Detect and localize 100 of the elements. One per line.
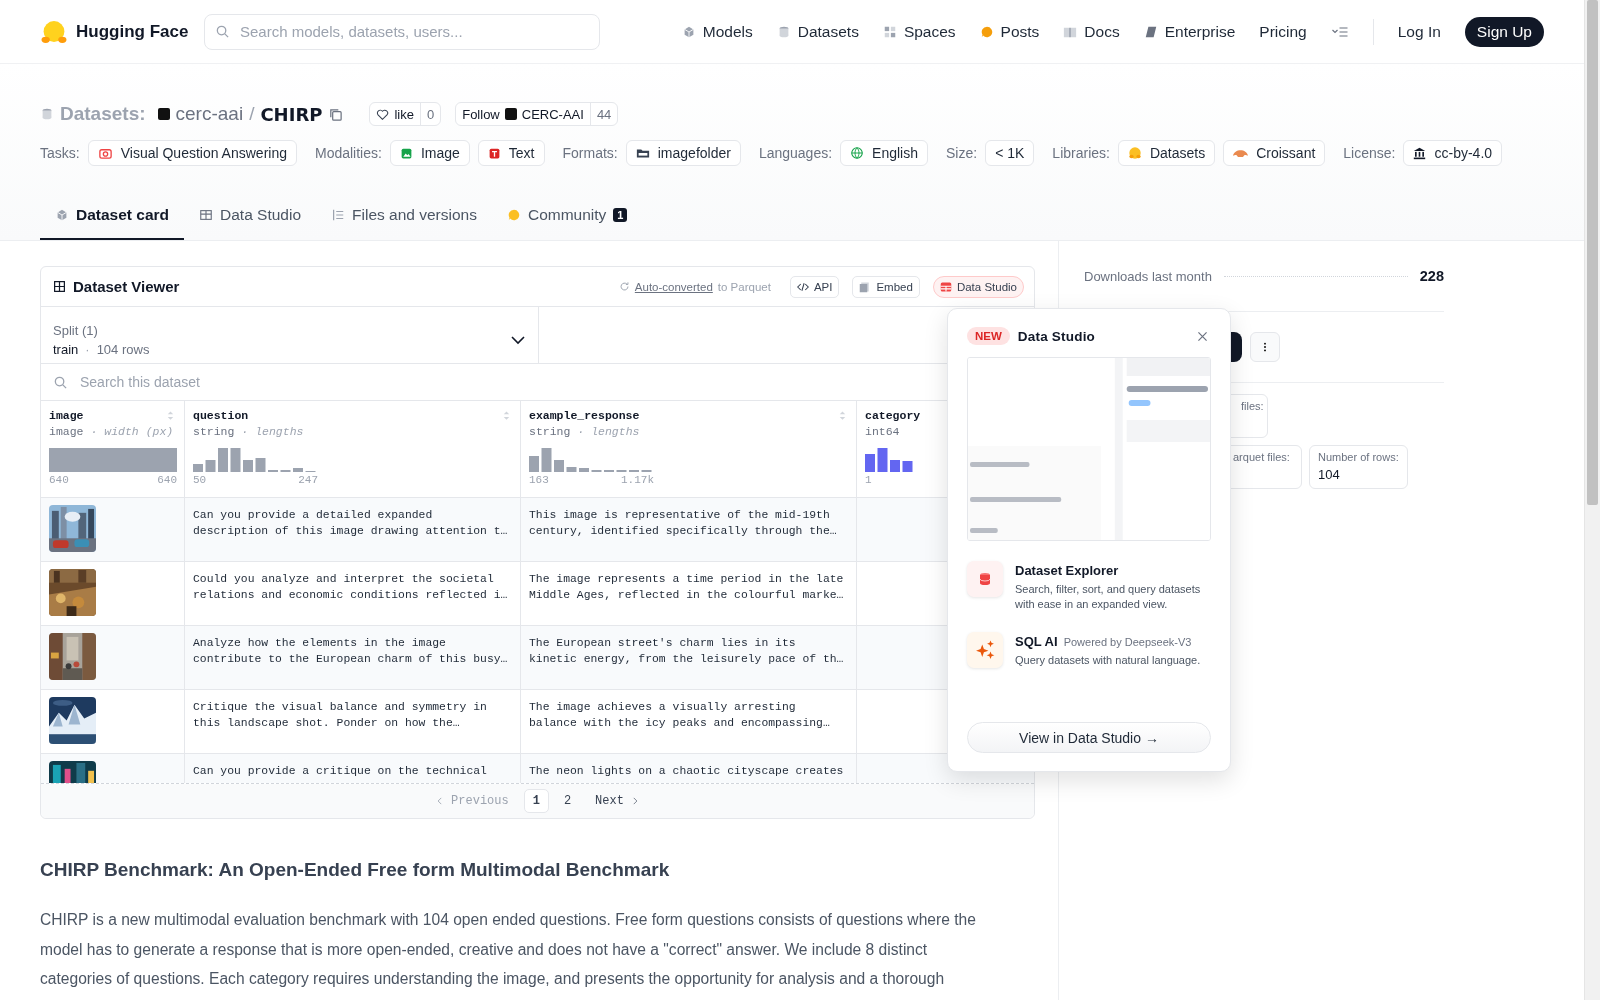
table-cell-text: Critique the visual balance and symmetry in this landscape shot. Ponder on how the… bbox=[193, 700, 487, 731]
search-box[interactable]: Search models, datasets, users... bbox=[204, 13, 600, 50]
scrollbar[interactable] bbox=[1584, 0, 1600, 1000]
column-type: int64 bbox=[865, 425, 900, 438]
table-cell-text: The neon lights on a chaotic cityscape creates bbox=[529, 764, 844, 779]
grid-icon bbox=[882, 24, 897, 39]
column-name[interactable]: category bbox=[865, 409, 921, 422]
table-cell-text: This image is representative of the mid-19th century, identified specifically through the… bbox=[529, 508, 837, 539]
page-button[interactable]: 2 bbox=[554, 789, 581, 813]
tab[interactable]: Data Studio bbox=[184, 192, 317, 240]
page-button[interactable]: 1 bbox=[523, 789, 549, 813]
tag-chip[interactable]: Text bbox=[477, 140, 545, 166]
tag-chip[interactable]: Croissant bbox=[1223, 140, 1326, 166]
feature-description: Query datasets with natural language. bbox=[1015, 653, 1201, 668]
tag-group-label: Size: bbox=[946, 145, 978, 161]
nav-link[interactable]: Models bbox=[681, 22, 753, 41]
range-min: 163 bbox=[529, 474, 549, 486]
more-button[interactable] bbox=[1250, 332, 1280, 362]
row-count: 104 rows bbox=[96, 342, 150, 357]
tag-group-label: Languages: bbox=[758, 145, 833, 161]
tag-chip[interactable]: Datasets bbox=[1117, 140, 1216, 166]
nav-link[interactable]: Datasets bbox=[776, 22, 859, 41]
chat-bubble-icon bbox=[979, 24, 994, 39]
nav-link[interactable]: Spaces bbox=[882, 22, 956, 41]
viewer-title: Dataset Viewer bbox=[73, 278, 180, 295]
tag-chip[interactable]: cc-by-4.0 bbox=[1403, 140, 1503, 166]
stat-value: 104 bbox=[1318, 467, 1341, 482]
repo-owner[interactable]: cerc-aai bbox=[175, 103, 244, 125]
table-icon bbox=[53, 280, 66, 293]
sparkles-icon bbox=[974, 639, 996, 661]
sort-icon bbox=[165, 409, 176, 422]
column-type: string · lengths bbox=[529, 425, 640, 438]
split-dropdown[interactable]: Split (1) train · 104 rows bbox=[41, 307, 539, 363]
search-field[interactable]: Search models, datasets, users... bbox=[238, 22, 589, 41]
feature-note: Powered by Deepseek-V3 bbox=[1063, 636, 1192, 648]
split-label: Split (1) bbox=[53, 323, 99, 338]
tab[interactable]: Files and versions bbox=[316, 192, 492, 240]
copy-icon bbox=[328, 106, 344, 122]
tab[interactable]: Community 1 bbox=[491, 192, 643, 240]
signup-button[interactable]: Sign Up bbox=[1464, 16, 1544, 47]
downloads-value: 228 bbox=[1419, 268, 1444, 284]
table-cell-text: Analyze how the elements in the image contribute to the European charm of this busy… bbox=[193, 636, 508, 667]
tag-chip[interactable]: imagefolder bbox=[625, 140, 741, 166]
column-name[interactable]: image bbox=[49, 409, 84, 422]
range-max: 640 bbox=[157, 474, 177, 486]
search-icon bbox=[53, 374, 68, 390]
table-cell-text: The image represents a time period in the late Middle Ages, reflected in the colourful marke… bbox=[529, 572, 844, 603]
repo-type: Datasets: bbox=[60, 103, 146, 125]
split-name: train bbox=[53, 342, 79, 357]
nav-link[interactable]: Enterprise bbox=[1143, 22, 1236, 41]
viewer-action-button[interactable]: API bbox=[789, 275, 840, 298]
column-name[interactable]: question bbox=[193, 409, 249, 422]
database-icon bbox=[40, 107, 54, 121]
brand-name[interactable]: Hugging Face bbox=[76, 21, 189, 42]
tag-chip[interactable]: Image bbox=[389, 140, 470, 166]
viewer-action-button[interactable]: Data Studio bbox=[932, 275, 1024, 298]
column-name[interactable]: example_response bbox=[529, 409, 640, 422]
bank-icon bbox=[1413, 146, 1427, 160]
repo-name[interactable]: CHIRP bbox=[260, 103, 323, 125]
sort-icon bbox=[837, 409, 848, 422]
tag-chip[interactable]: < 1K bbox=[985, 140, 1035, 166]
new-badge: NEW bbox=[967, 327, 1010, 345]
org-avatar-icon bbox=[157, 108, 170, 120]
like-button[interactable]: like 0 bbox=[369, 102, 442, 126]
table-cell-text: The European street's charm lies in its kinetic energy, from the leisurely pace of th… bbox=[529, 636, 844, 667]
downloads-label: Downloads last month bbox=[1084, 268, 1212, 284]
range-max: 1.17k bbox=[621, 474, 654, 486]
table-cell-text: Can you provide a detailed expanded description of this image drawing attention t… bbox=[193, 508, 508, 539]
card-heading: CHIRP Benchmark: An Open-Ended Free form Multimodal Benchmark bbox=[40, 859, 671, 881]
table-cell-text: The image achieves a visually arresting balance with the icy peaks and encompassing… bbox=[529, 700, 830, 731]
tag-chip[interactable]: English bbox=[840, 140, 928, 166]
viewer-action-button[interactable]: Embed bbox=[852, 275, 920, 298]
nav-link[interactable]: Docs bbox=[1063, 22, 1120, 41]
popup-title: Data Studio bbox=[1017, 328, 1096, 344]
view-in-studio-button[interactable]: View in Data Studio → bbox=[967, 722, 1211, 753]
croissant-icon bbox=[1233, 148, 1249, 158]
text-icon bbox=[487, 146, 501, 160]
next-button[interactable]: Next bbox=[586, 789, 649, 813]
column-type: image · width (px) bbox=[49, 425, 174, 438]
dataset-search-field[interactable]: Search this dataset bbox=[78, 373, 1022, 391]
refresh-icon bbox=[618, 281, 630, 292]
conversion-link[interactable]: Auto-converted bbox=[634, 280, 713, 293]
globe-icon bbox=[850, 146, 865, 160]
logo-icon bbox=[40, 18, 68, 45]
feature-description: Search, filter, sort, and query datasets with ease in an expanded view. bbox=[1015, 582, 1202, 612]
tag-group-label: Libraries: bbox=[1052, 145, 1110, 161]
follow-button[interactable]: Follow CERC-AAI 44 bbox=[455, 102, 619, 126]
dot-separator: · bbox=[85, 342, 90, 357]
close-icon bbox=[1196, 329, 1209, 343]
tag-group-label: Tasks: bbox=[40, 145, 80, 161]
table-cell-text: Can you provide a critique on the technical bbox=[193, 764, 487, 779]
logo-icon bbox=[1127, 146, 1142, 160]
nav-link[interactable]: Posts bbox=[979, 22, 1040, 41]
tag-chip[interactable]: Visual Question Answering bbox=[87, 140, 297, 166]
range-min: 1 bbox=[865, 474, 872, 486]
nav-link[interactable]: Pricing bbox=[1259, 22, 1307, 41]
range-max: 247 bbox=[298, 474, 318, 486]
login-link[interactable]: Log In bbox=[1397, 22, 1441, 41]
tab[interactable]: Dataset card bbox=[40, 192, 185, 240]
table-cell-text: Could you analyze and interpret the societal relations and economic conditions reflected i… bbox=[193, 572, 508, 603]
